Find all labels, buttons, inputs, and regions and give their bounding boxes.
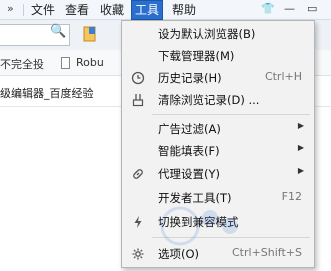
submenu-arrow-icon: ▶	[297, 121, 304, 130]
minimize-icon[interactable]: —	[284, 2, 295, 15]
menu-separator	[152, 114, 310, 115]
menu-item-label: 智能填表(F)	[158, 144, 220, 158]
menu-item-shortcut: Ctrl+H	[264, 70, 302, 83]
browser-window: » 文件 查看 收藏 工具 帮助 👕 — ▭ 🔍 不完全投 Robu 级编辑器_…	[0, 0, 331, 271]
menu-item-label: 代理设置(Y)	[158, 167, 220, 181]
clock-icon	[131, 71, 145, 85]
bookmark-item[interactable]: 不完全投	[0, 56, 44, 72]
submenu-arrow-icon: ▶	[297, 143, 304, 152]
menu-help[interactable]: 帮助	[170, 0, 198, 20]
menu-item-autofill[interactable]: 智能填表(F) ▶	[122, 140, 314, 162]
restore-icon[interactable]: ▭	[307, 2, 317, 15]
menu-item-download-manager[interactable]: 下载管理器(M)	[122, 45, 314, 67]
link-icon	[133, 169, 143, 179]
menu-view[interactable]: 查看	[63, 0, 91, 20]
submenu-arrow-icon: ▶	[297, 166, 304, 175]
favorite-icon[interactable]	[83, 26, 97, 42]
menu-item-ad-filter[interactable]: 广告过滤(A) ▶	[122, 118, 314, 140]
tab-title[interactable]: 级编辑器_百度经验	[0, 85, 94, 101]
menu-item-shortcut: F12	[281, 190, 302, 203]
menu-item-label: 清除浏览记录(D) ...	[158, 93, 260, 107]
menu-bar-divider	[23, 4, 24, 16]
lightning-icon	[134, 216, 142, 228]
menu-file[interactable]: 文件	[29, 0, 57, 20]
search-icon[interactable]: 🔍	[50, 24, 66, 39]
menu-item-proxy-settings[interactable]: 代理设置(Y) ▶	[122, 163, 314, 185]
menu-item-history[interactable]: 历史记录(H) Ctrl+H	[122, 67, 314, 89]
page-icon	[61, 57, 70, 69]
broom-icon	[132, 94, 144, 107]
menu-item-label: 历史记录(H)	[158, 71, 222, 85]
menu-item-set-default-browser[interactable]: 设为默认浏览器(B)	[122, 23, 314, 45]
menu-item-clear-history[interactable]: 清除浏览记录(D) ...	[122, 89, 314, 111]
watermark-logo	[160, 206, 238, 246]
menu-favorites[interactable]: 收藏	[98, 0, 126, 20]
overflow-chevron-icon[interactable]: »	[7, 2, 14, 15]
bookmark-item[interactable]: Robu	[76, 56, 104, 69]
skin-icon[interactable]: 👕	[261, 2, 275, 15]
menu-tools[interactable]: 工具	[131, 0, 163, 20]
menu-item-label: 广告过滤(A)	[158, 122, 221, 136]
menu-bar: » 文件 查看 收藏 工具 帮助 👕 — ▭	[0, 0, 331, 20]
menu-item-label: 下载管理器(M)	[158, 49, 235, 63]
gear-icon	[132, 248, 144, 260]
menu-item-label: 设为默认浏览器(B)	[158, 27, 256, 41]
